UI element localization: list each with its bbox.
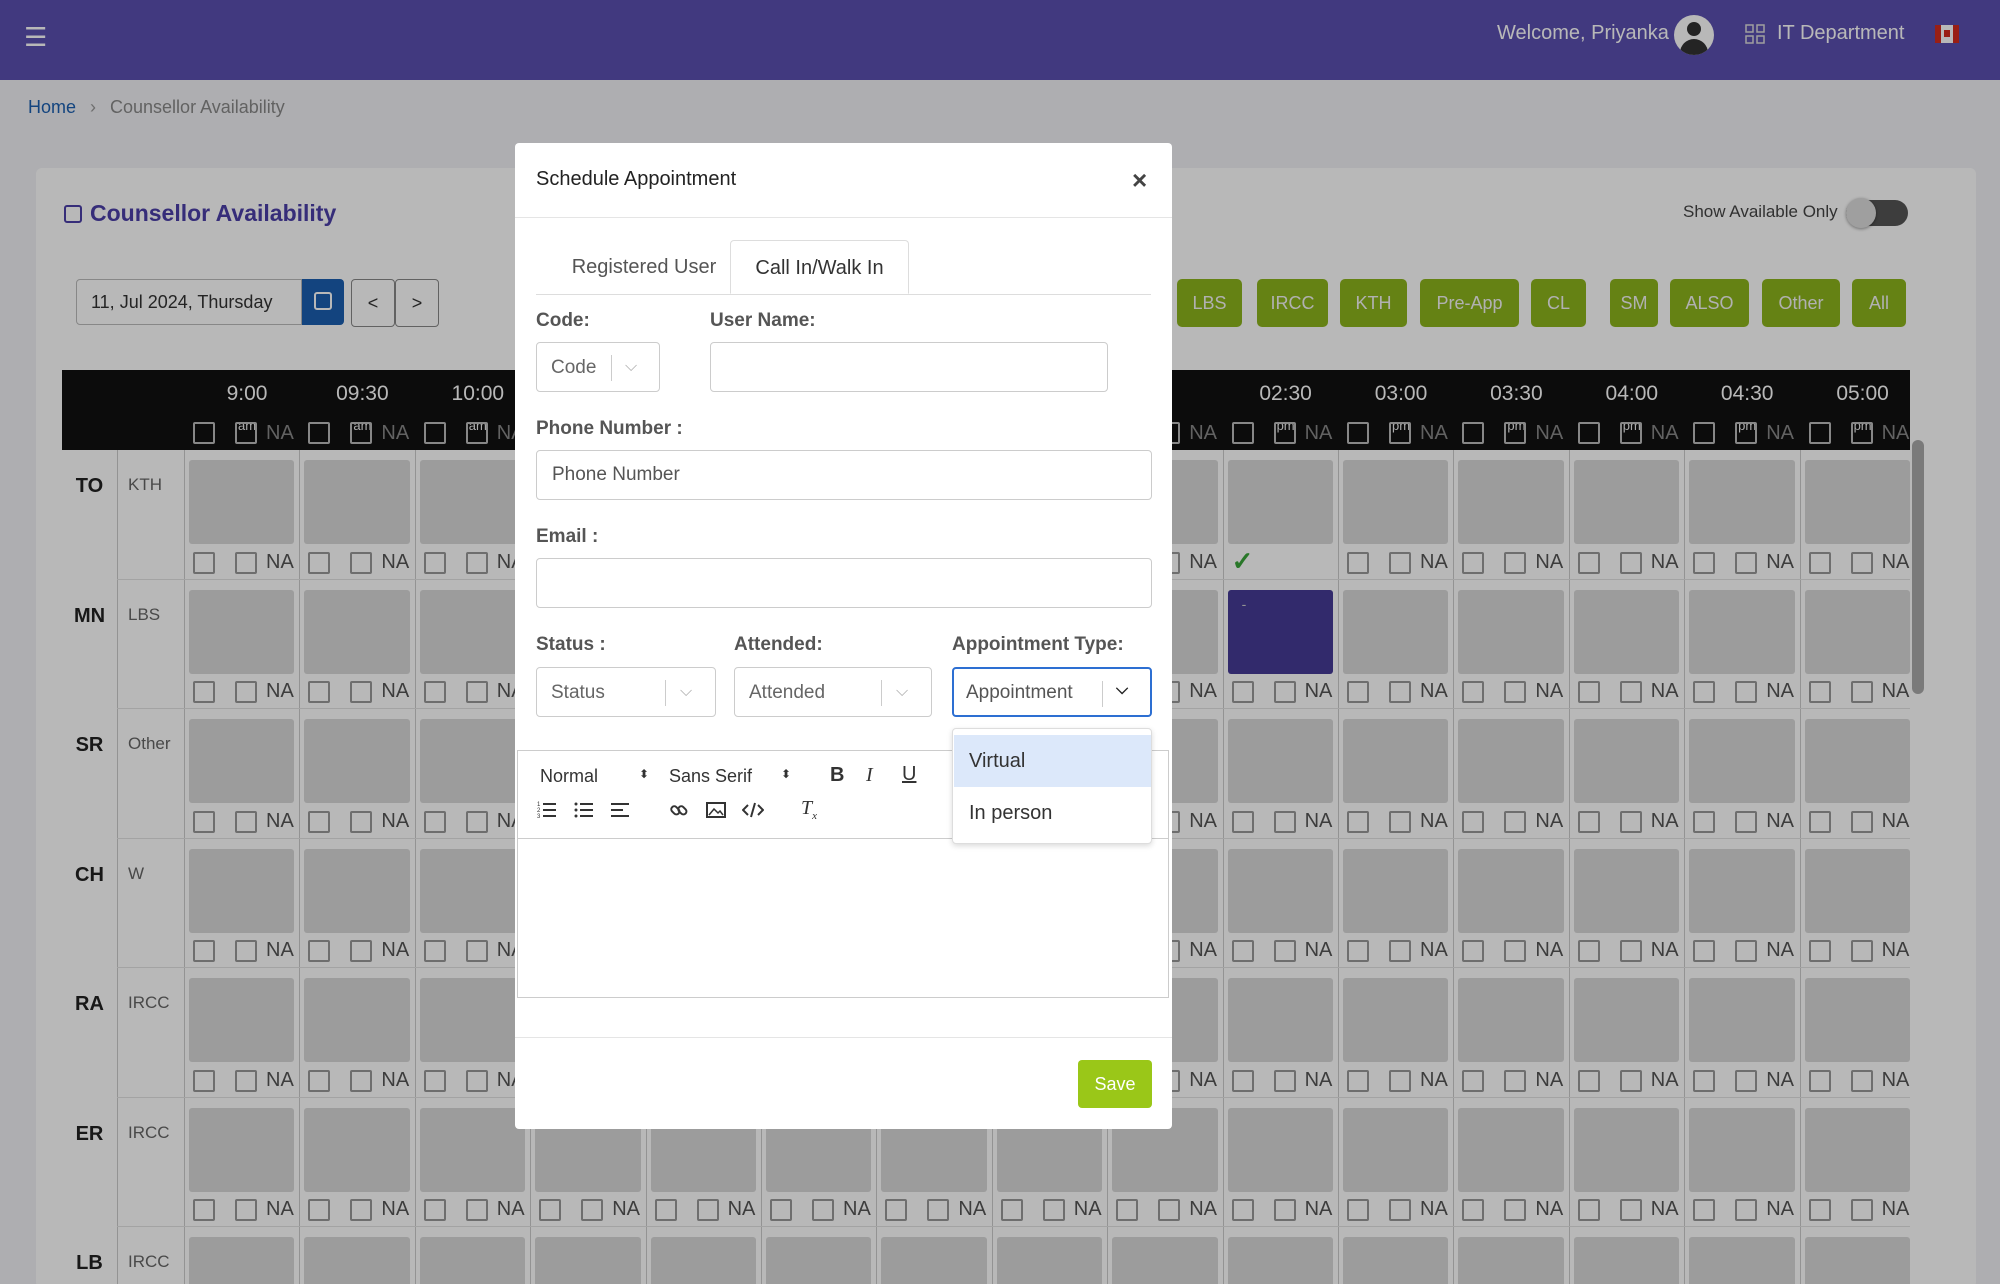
save-button[interactable]: Save — [1078, 1060, 1152, 1108]
chevron-down-icon: ⌵ — [896, 683, 909, 700]
schedule-appointment-modal: Schedule Appointment × Registered User C… — [515, 143, 1172, 1129]
code-placeholder: Code — [551, 357, 597, 378]
code-select[interactable]: Code ⌵ — [536, 342, 660, 392]
svg-text:3: 3 — [537, 814, 541, 820]
attended-placeholder: Attended — [749, 682, 826, 703]
format-arrows-icon: ⬍ — [639, 767, 650, 781]
appointment-type-dropdown: Virtual In person — [952, 728, 1152, 844]
chevron-down-icon: ⌵ — [680, 683, 693, 700]
close-icon[interactable]: × — [1132, 165, 1147, 196]
font-select[interactable]: Sans Serif — [669, 766, 752, 787]
attended-select[interactable]: Attended ⌵ — [734, 667, 932, 717]
appointment-type-placeholder: Appointment — [966, 682, 1073, 703]
email-label: Email : — [536, 526, 599, 547]
divider — [515, 217, 1172, 218]
code-icon[interactable] — [742, 800, 764, 820]
phone-label: Phone Number : — [536, 418, 683, 439]
image-icon[interactable] — [706, 800, 726, 820]
status-placeholder: Status — [551, 682, 605, 703]
clear-format-icon[interactable]: Tx — [801, 797, 817, 822]
tab-registered-user[interactable]: Registered User — [539, 240, 749, 294]
align-left-icon[interactable] — [610, 800, 630, 820]
status-label: Status : — [536, 634, 606, 655]
status-select[interactable]: Status ⌵ — [536, 667, 716, 717]
divider — [515, 1037, 1172, 1038]
link-icon[interactable] — [669, 800, 689, 820]
chevron-down-icon: ⌵ — [1116, 681, 1129, 698]
bullet-list-icon[interactable] — [574, 800, 594, 820]
bold-icon[interactable]: B — [830, 764, 844, 787]
tab-call-in-walk-in[interactable]: Call In/Walk In — [730, 240, 909, 294]
option-virtual[interactable]: Virtual — [954, 735, 1151, 787]
chevron-down-icon: ⌵ — [625, 358, 638, 375]
code-label: Code: — [536, 310, 590, 331]
italic-icon[interactable]: I — [866, 764, 873, 787]
username-label: User Name: — [710, 310, 816, 331]
underline-icon[interactable]: U — [902, 763, 916, 786]
ordered-list-icon[interactable]: 123 — [537, 800, 557, 820]
email-input[interactable] — [536, 558, 1152, 608]
attended-label: Attended: — [734, 634, 823, 655]
format-select[interactable]: Normal — [540, 766, 598, 787]
modal-title: Schedule Appointment — [536, 168, 737, 190]
username-input[interactable] — [710, 342, 1108, 392]
appointment-type-label: Appointment Type: — [952, 634, 1124, 655]
font-arrows-icon: ⬍ — [781, 767, 792, 781]
notes-editor[interactable] — [517, 838, 1169, 998]
appointment-type-select[interactable]: Appointment ⌵ — [952, 667, 1152, 717]
option-in-person[interactable]: In person — [954, 787, 1151, 839]
phone-input[interactable]: Phone Number — [536, 450, 1152, 500]
